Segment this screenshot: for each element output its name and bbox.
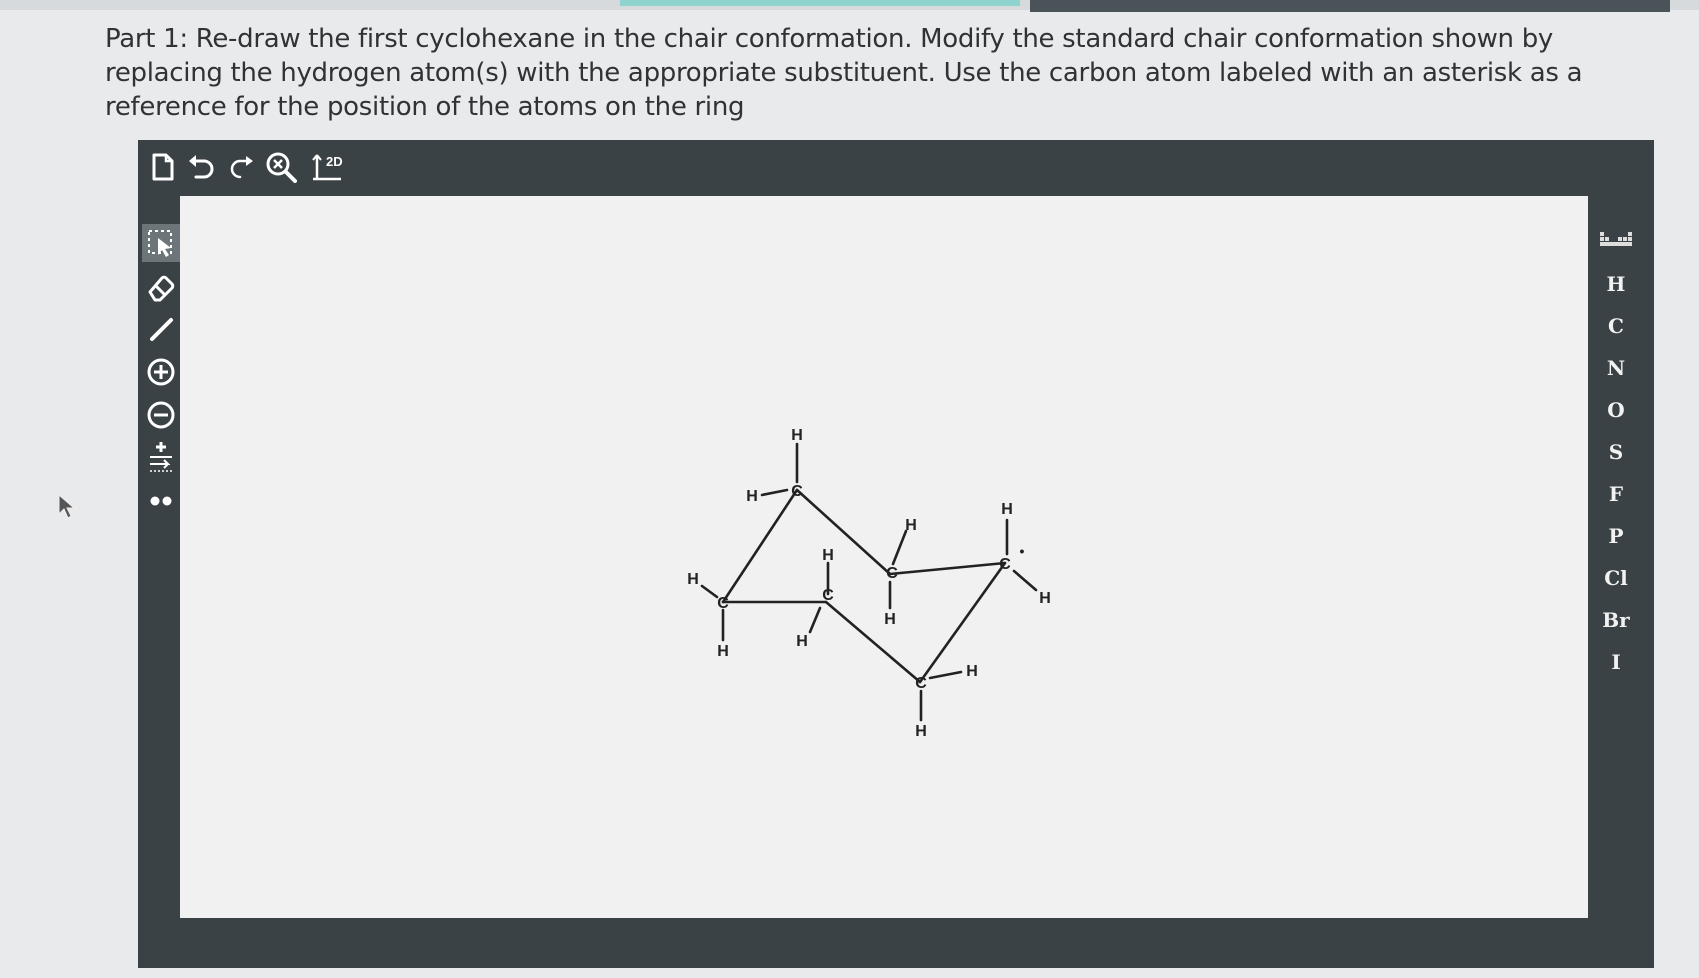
question-text: Part 1: Re-draw the first cyclohexane in… — [105, 24, 1583, 122]
element-palette: H C N O S F P Cl Br I — [1588, 200, 1644, 860]
hydrogen-atom-label: H — [966, 663, 978, 680]
c-h-bond — [1012, 569, 1038, 592]
undo-icon[interactable] — [182, 148, 220, 186]
ring-bond — [795, 488, 892, 576]
asterisk-marker: • — [1020, 543, 1025, 559]
mouse-pointer-icon — [58, 493, 76, 525]
redo-icon[interactable] — [222, 148, 260, 186]
element-button-s[interactable]: S — [1588, 440, 1644, 464]
element-button-br[interactable]: Br — [1588, 608, 1644, 632]
element-button-i[interactable]: I — [1588, 650, 1644, 674]
carbon-atom-label: C — [886, 565, 898, 582]
single-bond-icon[interactable] — [142, 310, 180, 348]
carbon-atom-label: C — [717, 595, 729, 612]
molecule-editor: 2D C C C C C C • H H H H H H H H H H H H… — [138, 140, 1654, 968]
lone-pair-icon[interactable] — [142, 482, 180, 520]
element-button-cl[interactable]: Cl — [1588, 566, 1644, 590]
selection-icon[interactable] — [142, 224, 180, 262]
hydrogen-atom-label: H — [884, 611, 896, 628]
carbon-atom-label: C — [822, 587, 834, 604]
c-h-bond — [700, 584, 719, 599]
carbon-atom-label: C — [791, 483, 803, 500]
drawing-canvas[interactable]: C C C C C C • H H H H H H H H H H H H — [180, 196, 1588, 918]
element-button-n[interactable]: N — [1588, 356, 1644, 380]
ring-bond — [824, 600, 922, 684]
c-h-bond — [928, 670, 963, 680]
carbon-atom-label: C — [915, 675, 927, 692]
element-button-o[interactable]: O — [1588, 398, 1644, 422]
ring-bond — [918, 561, 1007, 684]
charge-adjust-icon[interactable] — [142, 438, 180, 476]
hydrogen-atom-label: H — [746, 488, 758, 505]
hydrogen-atom-label: H — [687, 571, 699, 588]
top-dark-bar — [1030, 0, 1670, 12]
top-strip — [0, 0, 1699, 12]
editor-top-toolbar: 2D — [138, 140, 1654, 196]
cyclohexane-chair-structure: C C C C C C • H H H H H H H H H H H H — [687, 427, 1051, 740]
hydrogen-atom-label: H — [791, 427, 803, 444]
clean-2d-button[interactable]: 2D — [308, 148, 354, 186]
element-button-h[interactable]: H — [1588, 272, 1644, 296]
eraser-icon[interactable] — [142, 268, 180, 306]
periodic-table-icon[interactable] — [1600, 230, 1632, 250]
editor-left-toolbar — [138, 180, 184, 620]
hydrogen-atom-label: H — [717, 643, 729, 660]
element-button-f[interactable]: F — [1588, 482, 1644, 506]
hydrogen-atom-label: H — [905, 517, 917, 534]
negative-charge-icon[interactable] — [142, 396, 180, 434]
element-button-c[interactable]: C — [1588, 314, 1644, 338]
ring-bond — [721, 488, 799, 604]
hydrogen-atom-label: H — [1001, 501, 1013, 518]
top-accent-bar — [620, 0, 1020, 6]
hydrogen-atom-label: H — [1039, 590, 1051, 607]
c-h-bond — [808, 606, 822, 634]
element-button-p[interactable]: P — [1588, 524, 1644, 548]
c-h-bond — [891, 529, 908, 566]
positive-charge-icon[interactable] — [142, 353, 180, 391]
hydrogen-atom-label: H — [822, 547, 834, 564]
hydrogen-atom-label: H — [915, 723, 927, 740]
zoom-reset-icon[interactable] — [262, 148, 300, 186]
c-h-bond — [760, 488, 789, 497]
ring-bond — [888, 561, 1007, 576]
clean-2d-label: 2D — [326, 154, 343, 169]
hydrogen-atom-label: H — [796, 633, 808, 650]
carbon-atom-label: C — [999, 556, 1011, 573]
